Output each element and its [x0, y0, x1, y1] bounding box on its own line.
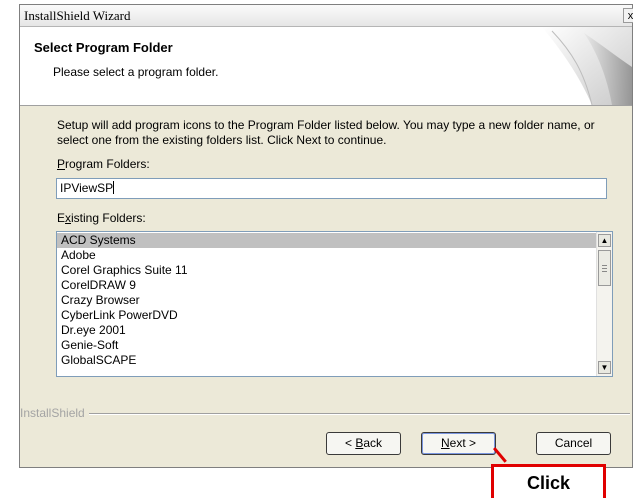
folder-list-item[interactable]: Crazy Browser — [57, 293, 596, 308]
folder-list-item[interactable]: CorelDRAW 9 — [57, 278, 596, 293]
scroll-down-icon[interactable]: ▼ — [598, 361, 611, 374]
scroll-up-icon[interactable]: ▲ — [598, 234, 611, 247]
folder-list-item[interactable]: CyberLink PowerDVD — [57, 308, 596, 323]
existing-folders-list[interactable]: ACD Systems Adobe Corel Graphics Suite 11 C… — [56, 231, 613, 377]
page-subtitle: Please select a program folder. — [53, 65, 219, 79]
folder-list-item[interactable]: ACD Systems — [57, 233, 596, 248]
program-folders-label: Program Folders: — [57, 157, 150, 171]
folder-list-item[interactable]: Dr.eye 2001 — [57, 323, 596, 338]
back-button[interactable]: < Back — [326, 432, 401, 455]
scroll-thumb[interactable] — [598, 250, 611, 286]
installshield-dialog: InstallShield Wizard x Select Program Fo… — [19, 4, 633, 468]
close-icon[interactable]: x — [623, 8, 633, 23]
cancel-button[interactable]: Cancel — [536, 432, 611, 455]
folder-list-item[interactable]: Genie-Soft — [57, 338, 596, 353]
folder-list-item[interactable]: Adobe — [57, 248, 596, 263]
page-title: Select Program Folder — [34, 40, 173, 55]
title-bar[interactable]: InstallShield Wizard — [20, 5, 632, 27]
window-title: InstallShield Wizard — [24, 8, 131, 23]
click-callout: Click — [491, 464, 606, 498]
next-button[interactable]: Next > — [421, 432, 496, 455]
program-folder-input[interactable]: IPViewSP — [56, 178, 607, 199]
text-caret — [113, 181, 115, 194]
folder-list-item[interactable]: GlobalSCAPE — [57, 353, 596, 368]
header-panel: Select Program Folder Please select a pr… — [20, 27, 632, 106]
installshield-brand-label: InstallShield — [20, 406, 89, 420]
page-curl-art-icon — [542, 27, 632, 105]
brand-divider — [72, 413, 630, 415]
folders-scrollbar[interactable]: ▲ ▼ — [596, 232, 612, 376]
instructions-text: Setup will add program icons to the Prog… — [57, 118, 595, 147]
folder-list-item[interactable]: Corel Graphics Suite 11 — [57, 263, 596, 278]
existing-folders-label: Existing Folders: — [57, 211, 146, 225]
